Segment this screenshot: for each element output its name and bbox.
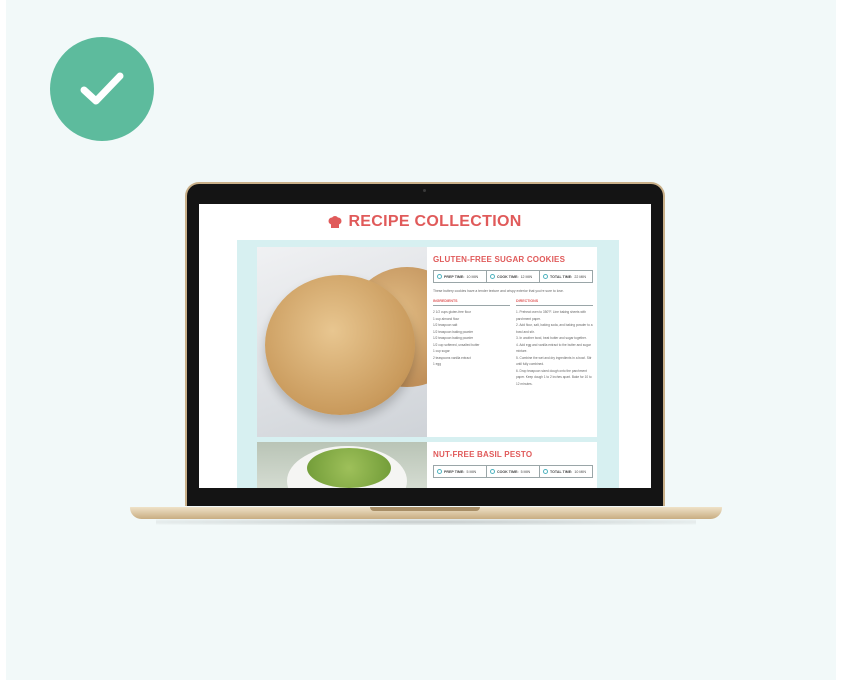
recipe-description: These buttery cookies have a tender text… — [433, 289, 564, 293]
background-panel: RECIPE COLLECTION GLUTEN-FREE SUGAR COOK… — [6, 0, 836, 680]
direction-step: 1. Preheat oven to 350°F. Line baking sh… — [516, 310, 587, 321]
clock-icon — [490, 469, 495, 474]
direction-step: 4. Add egg and vanilla extract to the bu… — [516, 342, 591, 354]
recipe-title[interactable]: GLUTEN-FREE SUGAR COOKIES — [433, 255, 593, 264]
check-badge — [50, 37, 154, 141]
laptop-screen-frame: RECIPE COLLECTION GLUTEN-FREE SUGAR COOK… — [185, 182, 665, 506]
recipe-collection: GLUTEN-FREE SUGAR COOKIES PREP TIME: 10 M… — [237, 240, 619, 488]
cookie-shape — [265, 275, 415, 415]
directions-column: DIRECTIONS 1. Preheat oven to 350°F. Lin… — [516, 299, 593, 387]
recipe-times: PREP TIME: 10 MIN COOK TIME: 12 MIN TOTAL … — [433, 270, 593, 283]
recipe-columns: INGREDIENTS 2 1/2 cups gluten-free flour… — [433, 299, 593, 387]
ingredient-item: 1 egg — [433, 362, 441, 366]
laptop-display: RECIPE COLLECTION GLUTEN-FREE SUGAR COOK… — [199, 204, 651, 488]
recipe-photo[interactable] — [257, 442, 427, 488]
recipe-photo[interactable] — [257, 247, 427, 437]
page-header: RECIPE COLLECTION — [199, 204, 651, 240]
direction-step: 6. Drop teaspoon sized dough onto the pa… — [516, 368, 592, 386]
laptop-notch — [370, 507, 480, 511]
cook-time: COOK TIME: 5 MIN — [487, 466, 540, 477]
laptop-shadow — [156, 519, 696, 525]
ingredients-column: INGREDIENTS 2 1/2 cups gluten-free flour… — [433, 299, 510, 387]
recipe-card[interactable]: GLUTEN-FREE SUGAR COOKIES PREP TIME: 10 M… — [257, 247, 597, 437]
chef-hat-icon — [328, 216, 342, 228]
total-time: TOTAL TIME: 22 MIN — [540, 271, 592, 282]
directions-heading: DIRECTIONS — [516, 299, 593, 306]
clock-icon — [437, 469, 442, 474]
prep-time: PREP TIME: 10 MIN — [434, 271, 487, 282]
pesto-pasta-shape — [307, 448, 391, 488]
clock-icon — [543, 469, 548, 474]
page-title: RECIPE COLLECTION — [348, 213, 522, 230]
webcam-icon — [423, 189, 426, 192]
prep-time: PREP TIME: 5 MIN — [434, 466, 487, 477]
direction-step: 5. Combine the wet and dry ingredients i… — [516, 355, 592, 367]
direction-step: 2. Add flour, salt, baking soda, and bak… — [516, 323, 593, 334]
recipe-info: GLUTEN-FREE SUGAR COOKIES PREP TIME: 10 M… — [433, 247, 593, 387]
recipe-card[interactable]: NUT-FREE BASIL PESTO PREP TIME: 5 MIN COO… — [257, 442, 597, 488]
clock-icon — [543, 274, 548, 279]
clock-icon — [437, 274, 442, 279]
clock-icon — [490, 274, 495, 279]
total-time: TOTAL TIME: 10 MIN — [540, 466, 592, 477]
recipe-title[interactable]: NUT-FREE BASIL PESTO — [433, 450, 593, 459]
ingredients-heading: INGREDIENTS — [433, 299, 510, 306]
recipe-times: PREP TIME: 5 MIN COOK TIME: 5 MIN TOTAL TI… — [433, 465, 593, 478]
checkmark-icon — [80, 72, 124, 105]
recipe-info: NUT-FREE BASIL PESTO PREP TIME: 5 MIN COO… — [433, 442, 593, 478]
cook-time: COOK TIME: 12 MIN — [487, 271, 540, 282]
direction-step: 3. In another bowl, beat butter and suga… — [516, 336, 587, 340]
